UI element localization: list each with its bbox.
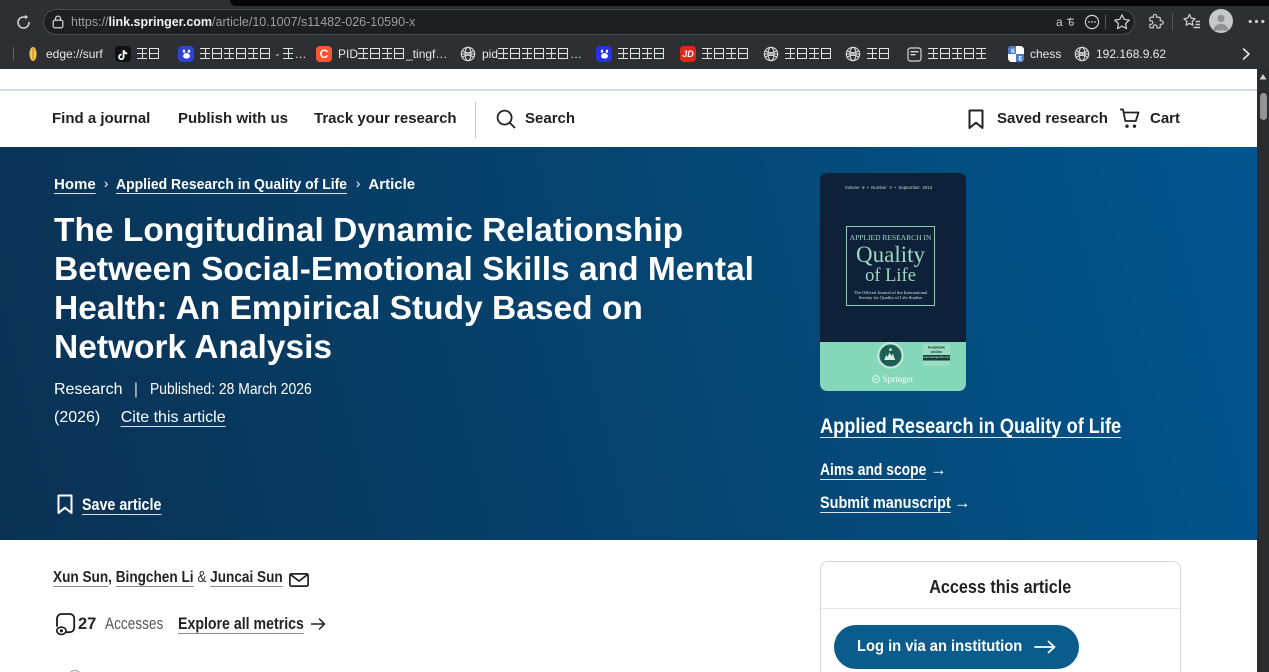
svg-text:E: E <box>1019 57 1023 63</box>
svg-text:K: K <box>1011 49 1016 55</box>
